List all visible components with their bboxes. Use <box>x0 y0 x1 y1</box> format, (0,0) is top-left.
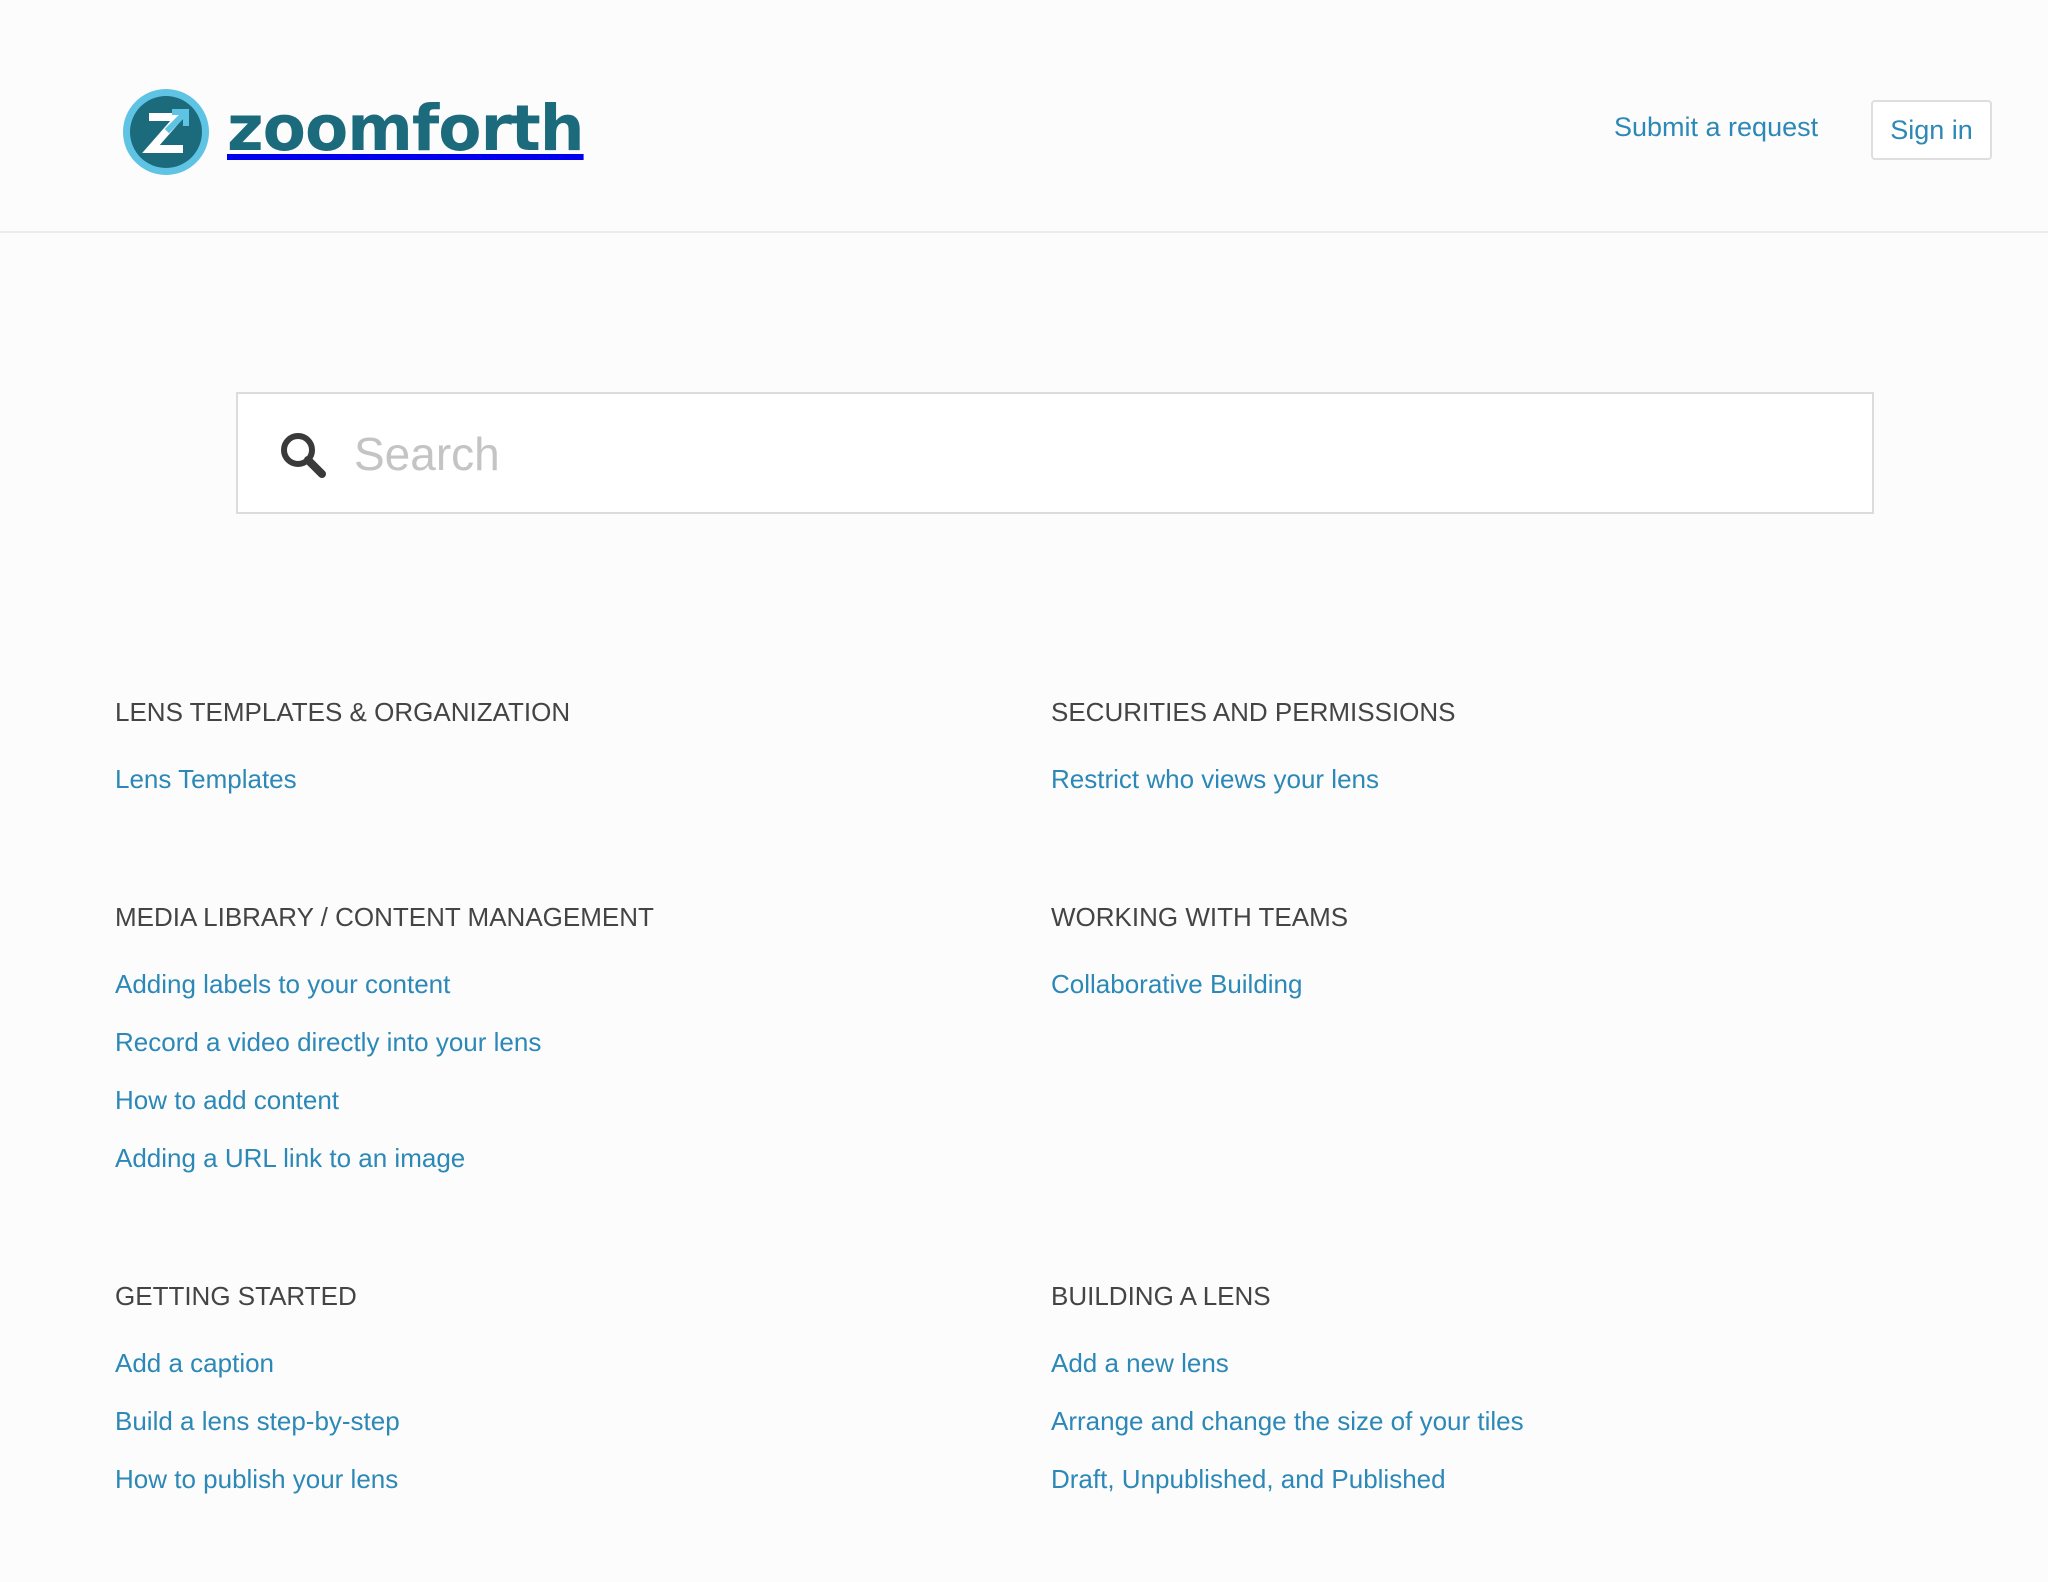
section-title: SECURITIES AND PERMISSIONS <box>1051 697 1456 727</box>
article-link-draft-unpublished-published[interactable]: Draft, Unpublished, and Published <box>1051 1464 1446 1494</box>
zoomforth-logo[interactable]: zoomforth <box>121 87 585 177</box>
article-link-record-video[interactable]: Record a video directly into your lens <box>115 1027 541 1057</box>
search-bar[interactable] <box>236 392 1874 514</box>
list-item: How to publish your lens <box>115 1464 398 1495</box>
section-title: BUILDING A LENS <box>1051 1281 1271 1311</box>
article-link-arrange-tiles[interactable]: Arrange and change the size of your tile… <box>1051 1406 1524 1436</box>
list-item: Collaborative Building <box>1051 969 1302 1000</box>
section-title: MEDIA LIBRARY / CONTENT MANAGEMENT <box>115 902 654 932</box>
list-item: Add a new lens <box>1051 1348 1229 1379</box>
search-input[interactable] <box>354 414 1834 494</box>
section-media-library: MEDIA LIBRARY / CONTENT MANAGEMENT Addin… <box>115 902 654 1173</box>
list-item: Add a caption <box>115 1348 274 1379</box>
section-title: WORKING WITH TEAMS <box>1051 902 1349 932</box>
list-item: Record a video directly into your lens <box>115 1027 541 1058</box>
search-icon <box>281 433 326 478</box>
section-building-a-lens: BUILDING A LENS Add a new lens Arrange a… <box>1051 1281 1524 1494</box>
section-getting-started: GETTING STARTED Add a caption Build a le… <box>115 1281 400 1494</box>
site-header: zoomforth Submit a request Sign in <box>0 0 2048 233</box>
article-link-add-content[interactable]: How to add content <box>115 1085 339 1115</box>
list-item: Arrange and change the size of your tile… <box>1051 1406 1524 1437</box>
section-title: LENS TEMPLATES & ORGANIZATION <box>115 697 571 727</box>
list-item: Build a lens step-by-step <box>115 1406 400 1437</box>
zoomforth-logo-icon <box>123 89 209 175</box>
article-link-lens-templates[interactable]: Lens Templates <box>115 764 297 794</box>
list-item: Restrict who views your lens <box>1051 764 1379 795</box>
section-securities-permissions: SECURITIES AND PERMISSIONS Restrict who … <box>1051 697 1456 794</box>
list-item: Adding labels to your content <box>115 969 450 1000</box>
article-link-build-lens-step-by-step[interactable]: Build a lens step-by-step <box>115 1406 400 1436</box>
article-link-collaborative-building[interactable]: Collaborative Building <box>1051 969 1302 999</box>
sign-in-button[interactable]: Sign in <box>1871 100 1992 160</box>
list-item: Draft, Unpublished, and Published <box>1051 1464 1446 1495</box>
section-working-with-teams: WORKING WITH TEAMS Collaborative Buildin… <box>1051 902 1349 999</box>
section-title: GETTING STARTED <box>115 1281 357 1311</box>
article-link-add-new-lens[interactable]: Add a new lens <box>1051 1348 1229 1378</box>
list-item: Lens Templates <box>115 764 297 795</box>
submit-request-link[interactable]: Submit a request <box>1614 112 1818 143</box>
list-item: How to add content <box>115 1085 339 1116</box>
article-link-url-link-image[interactable]: Adding a URL link to an image <box>115 1143 465 1173</box>
brand-name: zoomforth <box>227 91 585 165</box>
section-lens-templates-organization: LENS TEMPLATES & ORGANIZATION Lens Templ… <box>115 697 571 794</box>
article-link-restrict-viewers[interactable]: Restrict who views your lens <box>1051 764 1379 794</box>
article-link-publish-lens[interactable]: How to publish your lens <box>115 1464 398 1494</box>
list-item: Adding a URL link to an image <box>115 1143 465 1174</box>
article-link-adding-labels[interactable]: Adding labels to your content <box>115 969 450 999</box>
article-link-add-caption[interactable]: Add a caption <box>115 1348 274 1378</box>
